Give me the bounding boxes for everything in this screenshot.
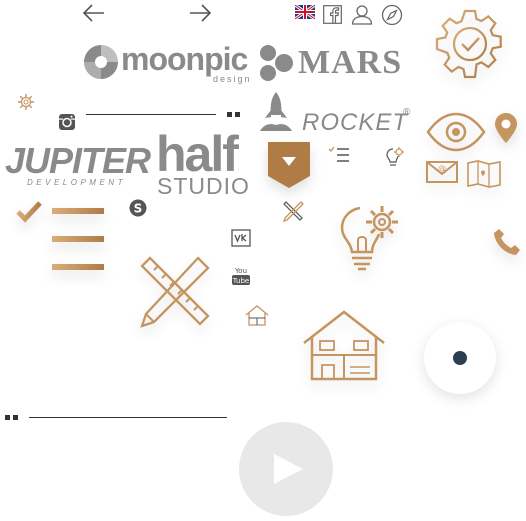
eye-icon bbox=[426, 112, 486, 152]
divider-dot bbox=[227, 112, 232, 117]
arrow-right-icon bbox=[190, 4, 212, 22]
dropdown-toggle-button[interactable] bbox=[268, 142, 310, 188]
mars-mark-icon bbox=[260, 45, 293, 81]
rocket-logo-name: ROCKET bbox=[302, 109, 409, 136]
idea-bulb-gear-icon bbox=[338, 202, 402, 272]
ruler-pencil-icon bbox=[140, 256, 212, 328]
phone-icon bbox=[493, 228, 521, 256]
divider-dot bbox=[13, 415, 18, 420]
house-icon bbox=[302, 309, 386, 381]
small-gear-icon bbox=[17, 93, 35, 111]
divider-line bbox=[29, 417, 227, 418]
arrow-left-icon bbox=[82, 4, 104, 22]
rocket-logo: ROCKET ® bbox=[258, 91, 418, 136]
divider-dot bbox=[5, 415, 10, 420]
facebook-icon[interactable] bbox=[323, 5, 342, 24]
house-small-icon bbox=[245, 304, 269, 326]
svg-text:S: S bbox=[134, 202, 143, 216]
gear-check-icon bbox=[434, 8, 506, 80]
mars-logo: MARS bbox=[258, 44, 408, 84]
bulb-gear-small-icon bbox=[386, 146, 406, 168]
half-logo-sub: STUDIO bbox=[157, 173, 250, 199]
map-icon bbox=[467, 160, 501, 188]
slider-dot-button[interactable] bbox=[424, 322, 496, 394]
svg-text:You: You bbox=[234, 267, 247, 275]
svg-text:Tube: Tube bbox=[232, 277, 249, 285]
play-button[interactable] bbox=[239, 422, 333, 516]
uk-flag-icon[interactable] bbox=[294, 3, 316, 21]
jupiter-logo-sub: DEVELOPMENT bbox=[27, 178, 126, 187]
prev-arrow-button[interactable] bbox=[82, 2, 106, 24]
play-icon bbox=[274, 454, 303, 484]
ruler-pencil-small-icon bbox=[282, 200, 304, 223]
svg-text:@: @ bbox=[438, 164, 446, 173]
jupiter-logo: JUPITER DEVELOPMENT bbox=[5, 140, 155, 188]
divider-line bbox=[86, 114, 216, 115]
mars-logo-name: MARS bbox=[298, 44, 403, 81]
user-icon[interactable] bbox=[351, 4, 373, 25]
next-arrow-button[interactable] bbox=[188, 2, 212, 24]
skype-icon[interactable]: S bbox=[128, 198, 148, 218]
jupiter-logo-name: JUPITER bbox=[5, 140, 151, 181]
compass-icon[interactable] bbox=[381, 4, 403, 26]
vk-icon[interactable] bbox=[231, 229, 251, 247]
divider-dot bbox=[235, 112, 240, 117]
youtube-icon[interactable]: You Tube bbox=[230, 265, 252, 287]
moonpic-logo-name: moonpic bbox=[121, 41, 248, 77]
moonpic-logo: moonpic design bbox=[83, 41, 253, 86]
checklist-small-icon bbox=[328, 146, 350, 164]
email-icon: @ bbox=[426, 161, 458, 183]
map-pin-icon bbox=[494, 112, 518, 144]
instagram-icon[interactable] bbox=[58, 113, 76, 131]
half-studio-logo: half STUDIO bbox=[156, 126, 266, 199]
rocket-mark-icon bbox=[260, 92, 292, 131]
active-dot bbox=[453, 351, 467, 365]
checklist-icon bbox=[16, 200, 108, 276]
moonpic-mark-icon bbox=[84, 45, 118, 79]
moonpic-logo-sub: design bbox=[213, 74, 252, 84]
rocket-logo-mark: ® bbox=[403, 107, 411, 118]
